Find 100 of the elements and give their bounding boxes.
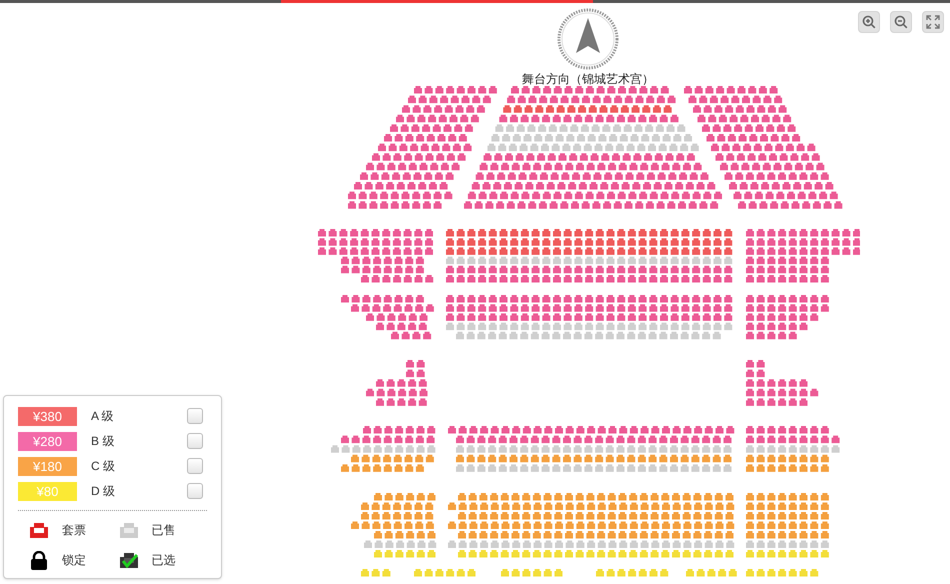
seat-group[interactable] <box>746 388 818 396</box>
seat-group[interactable] <box>688 96 782 104</box>
seat-group[interactable] <box>746 304 829 312</box>
seat-group[interactable] <box>448 502 734 510</box>
seat-group[interactable] <box>378 144 472 152</box>
seat-group[interactable] <box>706 134 800 142</box>
seat-group[interactable] <box>746 275 829 282</box>
seat-group[interactable] <box>374 531 436 538</box>
seat-group[interactable] <box>746 247 860 255</box>
seat-group[interactable] <box>391 332 432 340</box>
seat-group[interactable] <box>341 295 424 302</box>
seat-group[interactable] <box>746 398 808 406</box>
seat-group[interactable] <box>746 238 860 246</box>
seat-group[interactable] <box>390 124 473 132</box>
seat-group[interactable] <box>341 436 435 444</box>
seat-group[interactable] <box>746 464 829 472</box>
seat-group[interactable] <box>476 172 708 180</box>
seat-group[interactable] <box>361 512 434 520</box>
seat-group[interactable] <box>746 370 765 378</box>
seat-group[interactable] <box>348 192 452 200</box>
seat-group[interactable] <box>746 313 818 321</box>
seat-group[interactable] <box>734 192 838 200</box>
seat-group[interactable] <box>372 153 466 161</box>
seat-group[interactable] <box>448 522 734 529</box>
seat-group[interactable] <box>376 322 427 330</box>
seat-group[interactable] <box>348 201 442 209</box>
seat-group[interactable] <box>511 86 669 94</box>
seat-group[interactable] <box>351 522 434 529</box>
seat-group[interactable] <box>360 172 454 180</box>
zoom-out-button[interactable] <box>890 11 912 33</box>
seat-group[interactable] <box>746 502 829 510</box>
seat-group[interactable] <box>746 522 829 529</box>
seat-group[interactable] <box>446 266 732 274</box>
seat-group[interactable] <box>738 201 842 209</box>
seat-group[interactable] <box>384 134 467 142</box>
grade-checkbox[interactable] <box>187 458 203 474</box>
seat-group[interactable] <box>414 86 497 94</box>
grade-checkbox[interactable] <box>187 483 203 499</box>
grade-checkbox[interactable] <box>187 433 203 449</box>
seat-group[interactable] <box>746 454 829 462</box>
seat-group[interactable] <box>746 322 808 330</box>
seat-group[interactable] <box>448 426 734 434</box>
seat-group[interactable] <box>366 162 460 170</box>
seat-group[interactable] <box>702 124 796 132</box>
seat-group[interactable] <box>363 426 436 434</box>
seat-group[interactable] <box>720 162 824 170</box>
seat-group[interactable] <box>456 454 732 462</box>
seat-group[interactable] <box>402 105 485 113</box>
seat-group[interactable] <box>366 388 428 396</box>
seat-group[interactable] <box>318 229 433 236</box>
seat-group[interactable] <box>698 114 792 122</box>
seat-group[interactable] <box>499 114 678 122</box>
seat-group[interactable] <box>484 153 695 161</box>
grade-checkbox[interactable] <box>187 408 203 424</box>
seat-group[interactable] <box>724 172 829 180</box>
seat-group[interactable] <box>396 114 479 122</box>
seat-group[interactable] <box>341 266 424 274</box>
seat-group[interactable] <box>446 275 732 282</box>
seat-group[interactable] <box>711 144 816 152</box>
seat-group[interactable] <box>746 512 829 520</box>
seat-group[interactable] <box>318 247 433 255</box>
seat-group[interactable] <box>406 370 425 378</box>
seat-group[interactable] <box>446 247 732 255</box>
seat-group[interactable] <box>746 332 797 340</box>
seat-group[interactable] <box>361 275 434 282</box>
seat-group[interactable] <box>684 86 778 94</box>
fullscreen-button[interactable] <box>922 11 944 33</box>
seat-group[interactable] <box>376 398 427 406</box>
seat-group[interactable] <box>746 379 808 387</box>
seat-group[interactable] <box>746 426 829 434</box>
seat-group[interactable] <box>693 105 787 113</box>
seat-group[interactable] <box>746 256 829 264</box>
seat-group[interactable] <box>446 313 732 321</box>
seat-group[interactable] <box>446 229 732 236</box>
seat-group[interactable] <box>376 379 427 387</box>
seat-group[interactable] <box>446 304 732 312</box>
seat-group[interactable] <box>746 493 829 500</box>
seat-group[interactable] <box>746 295 829 302</box>
seat-group[interactable] <box>480 162 702 170</box>
seat-group[interactable] <box>446 295 732 302</box>
seat-group[interactable] <box>503 105 672 113</box>
seat-group[interactable] <box>468 192 722 200</box>
seat-group[interactable] <box>408 96 491 104</box>
seat-group[interactable] <box>361 502 434 510</box>
seat-group[interactable] <box>351 304 434 312</box>
seat-group[interactable] <box>458 531 734 538</box>
seat-group[interactable] <box>456 436 732 444</box>
seat-group[interactable] <box>746 229 860 236</box>
seat-group[interactable] <box>746 266 829 274</box>
seat-group[interactable] <box>507 96 676 104</box>
seat-group[interactable] <box>341 464 424 472</box>
seat-group[interactable] <box>374 493 436 500</box>
seat-group[interactable] <box>446 238 732 246</box>
seat-group[interactable] <box>746 531 829 538</box>
seat-group[interactable] <box>366 313 428 321</box>
seat-group[interactable] <box>354 182 448 190</box>
seat-group[interactable] <box>351 454 434 462</box>
seat-group[interactable] <box>318 238 433 246</box>
zoom-in-button[interactable] <box>858 11 880 33</box>
seat-group[interactable] <box>716 153 820 161</box>
